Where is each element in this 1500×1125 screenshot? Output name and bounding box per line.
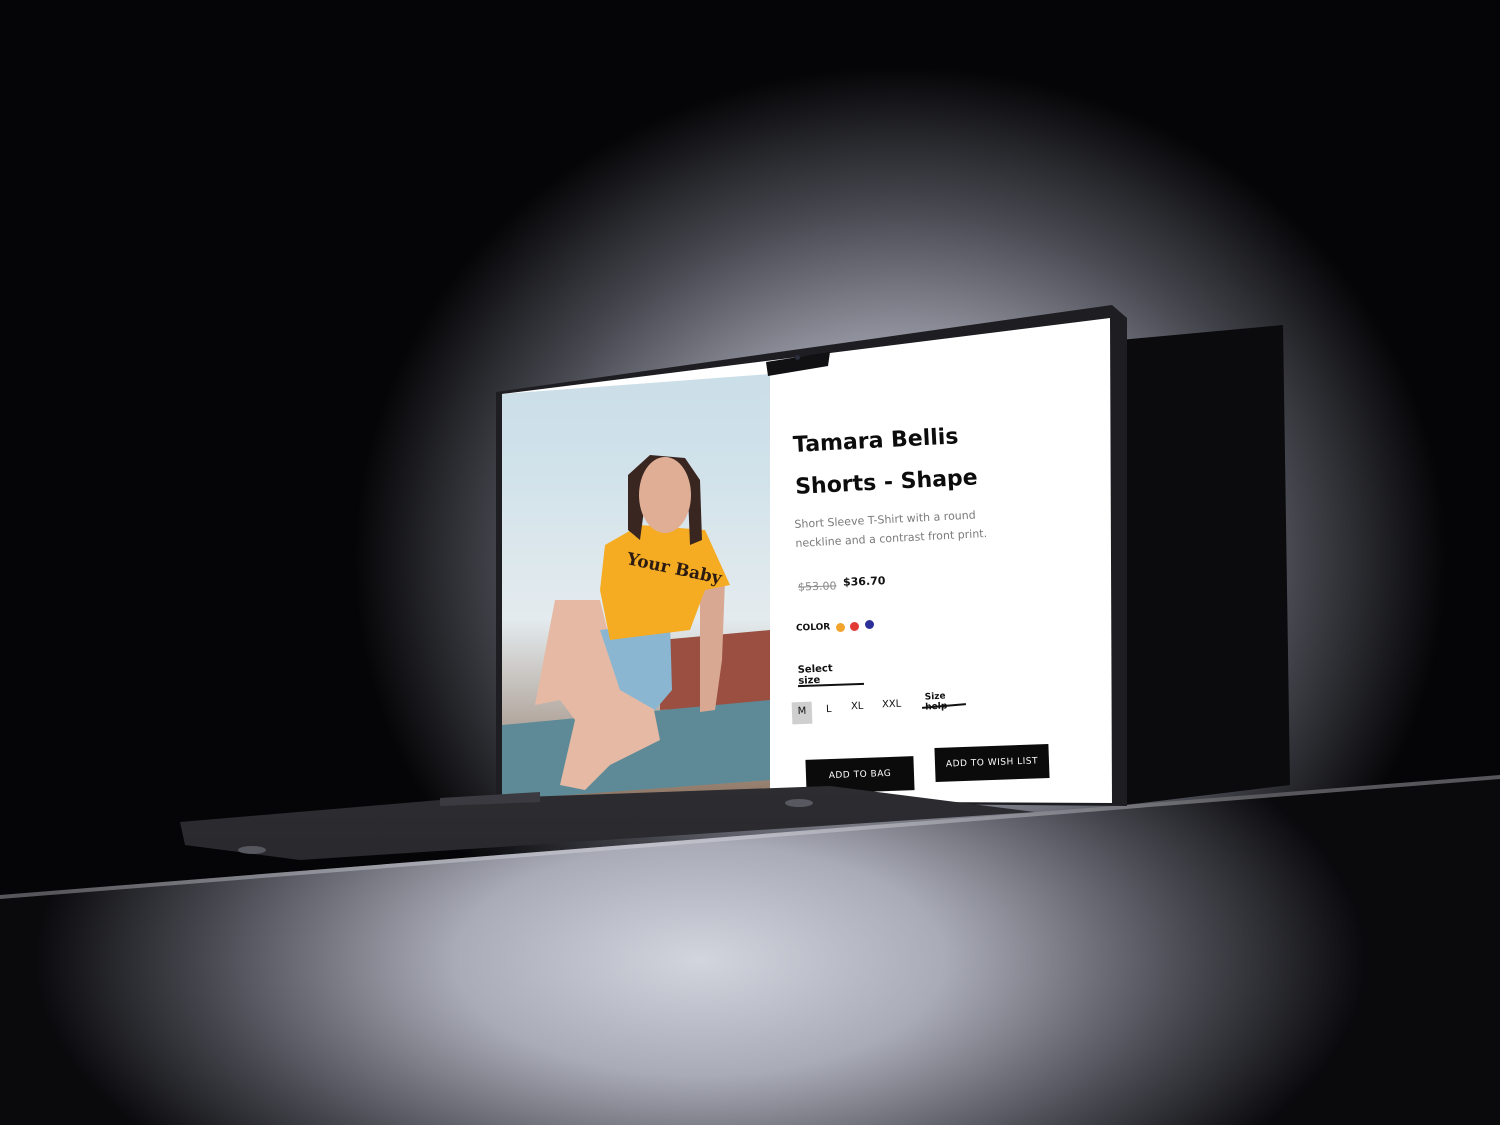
color-swatch-yellow[interactable] <box>836 623 845 632</box>
mockup-scene: Your Baby Tamara Bellis Shorts - Shape S… <box>0 0 1500 1125</box>
camera-icon <box>795 355 800 360</box>
size-option-xl[interactable]: XL <box>851 697 864 717</box>
price-sale: $36.70 <box>842 574 886 589</box>
color-swatch-blue[interactable] <box>865 620 874 629</box>
color-label: COLOR <box>795 622 831 634</box>
product-title: Tamara Bellis Shorts - Shape <box>792 424 979 500</box>
color-swatch-red[interactable] <box>850 622 859 631</box>
laptop-foot <box>238 846 266 854</box>
size-option-m[interactable]: M <box>791 701 813 725</box>
size-option-l[interactable]: L <box>826 700 832 720</box>
add-to-wishlist-button[interactable]: ADD TO WISH LIST <box>934 744 1050 782</box>
size-help-link[interactable]: Size help <box>924 691 947 712</box>
size-option-xxl[interactable]: XXL <box>882 695 902 716</box>
laptop-foot <box>785 799 813 807</box>
price-original: $53.00 <box>797 579 837 594</box>
